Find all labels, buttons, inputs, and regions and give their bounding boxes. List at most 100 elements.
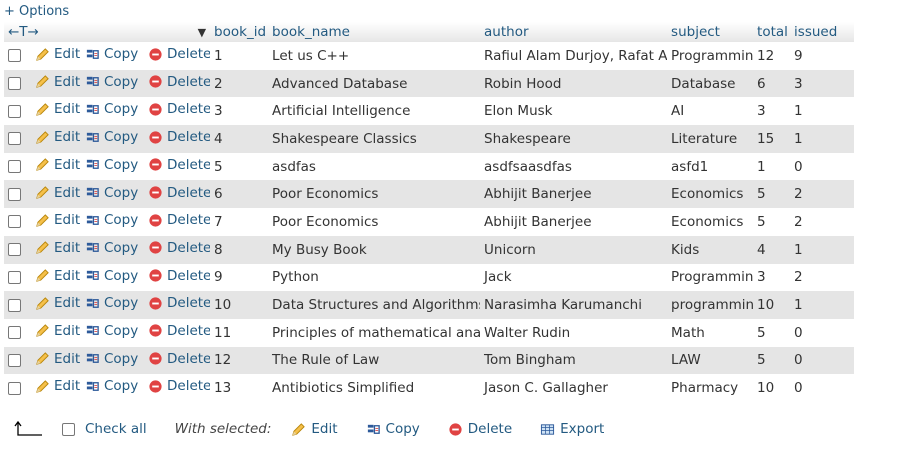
bulk-edit-label: Edit: [311, 421, 338, 437]
bulk-export-button[interactable]: Export: [540, 421, 604, 437]
delete-button[interactable]: Delete: [148, 351, 210, 367]
column-header-author[interactable]: author: [480, 22, 668, 42]
row-checkbox[interactable]: [8, 326, 21, 340]
column-header-book-name[interactable]: book_name: [268, 22, 481, 42]
options-link[interactable]: + Options: [4, 4, 69, 19]
edit-button[interactable]: Edit: [35, 212, 80, 228]
row-checkbox[interactable]: [8, 243, 21, 257]
edit-button[interactable]: Edit: [35, 351, 80, 367]
column-header-subject[interactable]: subject: [667, 22, 754, 42]
delete-button[interactable]: Delete: [148, 157, 210, 173]
delete-cell: Delete: [144, 263, 211, 292]
cell-subject: programming: [667, 291, 754, 319]
copy-icon: [86, 298, 99, 308]
cell-book-name: Antibiotics Simplified: [268, 374, 481, 402]
edit-cell: Edit: [31, 42, 81, 70]
delete-button[interactable]: Delete: [148, 268, 210, 284]
delete-button[interactable]: Delete: [148, 295, 210, 311]
delete-button[interactable]: Delete: [148, 378, 210, 394]
bulk-edit-button[interactable]: Edit: [291, 421, 338, 437]
cell-total: 15: [753, 125, 791, 153]
delete-cell: Delete: [144, 152, 211, 181]
check-all-control[interactable]: Check all: [62, 421, 147, 437]
copy-button[interactable]: Copy: [85, 212, 138, 228]
bulk-copy-button[interactable]: Copy: [366, 421, 420, 437]
row-checkbox[interactable]: [8, 215, 21, 229]
delete-button[interactable]: Delete: [148, 101, 210, 117]
copy-button[interactable]: Copy: [85, 46, 138, 62]
delete-icon: [149, 186, 162, 199]
check-all-label[interactable]: Check all: [85, 421, 147, 437]
edit-button[interactable]: Edit: [35, 240, 80, 256]
row-checkbox[interactable]: [8, 381, 21, 395]
table-row: Edit Copy Delete 6 Poor Economics Abhiji…: [4, 180, 855, 209]
table-row: Edit Copy Delete 4 Shakespeare Classics …: [4, 125, 855, 153]
copy-label: Copy: [104, 46, 139, 63]
edit-button[interactable]: Edit: [35, 378, 80, 394]
copy-button[interactable]: Copy: [85, 240, 138, 256]
copy-button[interactable]: Copy: [85, 268, 138, 284]
edit-label: Edit: [54, 73, 81, 90]
delete-button[interactable]: Delete: [148, 240, 210, 256]
edit-button[interactable]: Edit: [35, 129, 80, 145]
delete-icon: [149, 48, 162, 61]
copy-button[interactable]: Copy: [85, 129, 138, 145]
copy-cell: Copy: [81, 42, 144, 70]
check-all-checkbox[interactable]: [62, 422, 75, 436]
cell-total: 5: [753, 318, 791, 347]
cell-subject: asfd1: [667, 152, 754, 181]
edit-button[interactable]: Edit: [35, 295, 80, 311]
delete-label: Delete: [167, 295, 211, 312]
edit-button[interactable]: Edit: [35, 46, 80, 62]
delete-button[interactable]: Delete: [148, 185, 210, 201]
copy-button[interactable]: Copy: [85, 157, 138, 173]
sort-down-icon[interactable]: ▼: [198, 26, 206, 39]
copy-button[interactable]: Copy: [85, 185, 138, 201]
delete-cell: Delete: [144, 318, 211, 347]
row-checkbox[interactable]: [8, 132, 21, 146]
delete-label: Delete: [167, 267, 211, 284]
column-header-issued[interactable]: issued: [790, 22, 855, 42]
copy-cell: Copy: [81, 208, 144, 236]
bulk-delete-button[interactable]: Delete: [448, 421, 512, 437]
copy-button[interactable]: Copy: [85, 74, 138, 90]
row-checkbox[interactable]: [8, 353, 21, 367]
copy-button[interactable]: Copy: [85, 323, 138, 339]
edit-label: Edit: [54, 156, 81, 173]
delete-button[interactable]: Delete: [148, 74, 210, 90]
edit-button[interactable]: Edit: [35, 74, 80, 90]
copy-button[interactable]: Copy: [85, 378, 138, 394]
bulk-delete-label: Delete: [467, 421, 513, 437]
column-header-total[interactable]: total: [753, 22, 791, 42]
copy-cell: Copy: [81, 97, 144, 126]
edit-button[interactable]: Edit: [35, 157, 80, 173]
pencil-icon: [36, 324, 49, 338]
row-checkbox[interactable]: [8, 298, 21, 312]
delete-button[interactable]: Delete: [148, 46, 210, 62]
cell-author: Narasimha Karumanchi: [480, 291, 668, 319]
column-nav-arrows[interactable]: ←T→: [8, 24, 39, 40]
edit-button[interactable]: Edit: [35, 101, 80, 117]
row-checkbox[interactable]: [8, 77, 21, 91]
edit-button[interactable]: Edit: [35, 185, 80, 201]
delete-icon: [149, 241, 162, 254]
edit-cell: Edit: [31, 263, 81, 292]
cell-issued: 3: [790, 69, 855, 98]
row-checkbox[interactable]: [8, 270, 21, 284]
edit-button[interactable]: Edit: [35, 323, 80, 339]
pencil-icon: [36, 269, 49, 282]
copy-button[interactable]: Copy: [85, 295, 138, 311]
column-header-book-id[interactable]: book_id: [210, 22, 269, 42]
copy-button[interactable]: Copy: [85, 101, 138, 117]
cell-book-id: 2: [210, 69, 269, 98]
delete-button[interactable]: Delete: [148, 323, 210, 339]
row-checkbox[interactable]: [8, 49, 21, 63]
delete-button[interactable]: Delete: [148, 212, 210, 228]
copy-button[interactable]: Copy: [85, 351, 138, 367]
row-checkbox[interactable]: [8, 160, 21, 174]
cell-book-name: Poor Economics: [268, 208, 481, 236]
row-checkbox[interactable]: [8, 104, 21, 118]
delete-button[interactable]: Delete: [148, 129, 210, 145]
edit-button[interactable]: Edit: [35, 268, 80, 284]
row-checkbox[interactable]: [8, 187, 21, 201]
